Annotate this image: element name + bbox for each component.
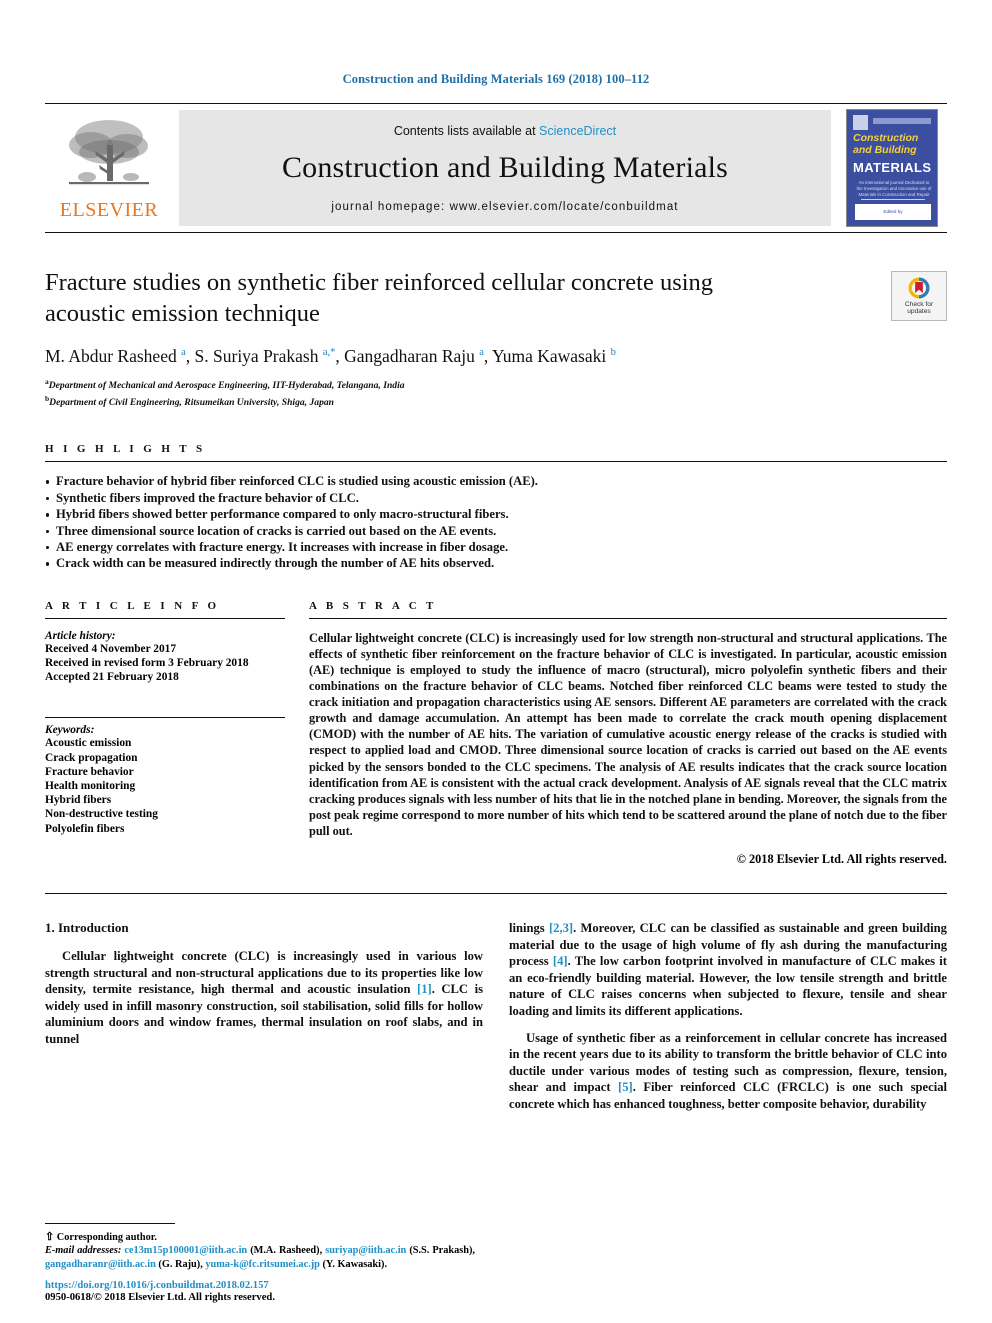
intro-paragraph-right-2: Usage of synthetic fiber as a reinforcem…	[509, 1030, 948, 1111]
cover-top-bar	[873, 118, 931, 124]
cover-footer: Edited by	[855, 204, 931, 220]
cover-line1: Construction	[853, 132, 919, 144]
list-item: Hybrid fibers showed better performance …	[45, 506, 947, 522]
keywords-label: Keywords:	[45, 724, 95, 737]
journal-homepage[interactable]: journal homepage: www.elsevier.com/locat…	[331, 201, 678, 213]
running-head: Construction and Building Materials 169 …	[342, 72, 650, 86]
affiliation-text-b: Department of Civil Engineering, Ritsume…	[49, 396, 334, 408]
contents-prefix: Contents lists available at	[393, 123, 540, 138]
body-separator-rule	[45, 893, 947, 895]
title-block: Fracture studies on synthetic fiber rein…	[45, 267, 947, 409]
section-heading-introduction: 1. Introduction	[45, 920, 129, 936]
keywords-block: Keywords: Acoustic emission Crack propag…	[45, 724, 285, 835]
crossmark-line1: Check for	[904, 300, 934, 308]
list-item: Three dimensional source location of cra…	[45, 523, 947, 539]
abstract-copyright: © 2018 Elsevier Ltd. All rights reserved…	[736, 852, 947, 867]
keyword-item: Health monitoring	[45, 780, 136, 793]
abstract-heading: A B S T R A C T	[309, 599, 437, 612]
journal-cover-cell: Construction and Building MATERIALS An i…	[837, 109, 947, 227]
cover-rule	[861, 199, 925, 200]
paper-page: Construction and Building Materials 169 …	[0, 0, 992, 1323]
highlights-rule	[45, 461, 947, 463]
elsevier-wordmark: ELSEVIER	[59, 198, 159, 221]
footnote-rule	[45, 1222, 175, 1224]
abstract-column: A B S T R A C T Cellular lightweight con…	[309, 600, 947, 867]
history-revised: Received in revised form 3 February 2018	[45, 657, 249, 670]
journal-banner: ELSEVIER Contents lists available at Sci…	[45, 103, 947, 233]
doi-link[interactable]: https://doi.org/10.1016/j.conbuildmat.20…	[45, 1280, 475, 1291]
keyword-item: Polyolefin fibers	[45, 822, 125, 835]
keywords-rule	[45, 717, 285, 719]
doi-block: https://doi.org/10.1016/j.conbuildmat.20…	[45, 1280, 475, 1303]
list-item: Fracture behavior of hybrid fiber reinfo…	[45, 473, 947, 489]
cover-logo-square	[853, 115, 868, 130]
crossmark-icon	[908, 277, 930, 299]
article-history-label: Article history:	[45, 629, 116, 642]
keyword-item: Hybrid fibers	[45, 794, 112, 807]
sciencedirect-link[interactable]: ScienceDirect	[539, 124, 616, 138]
keyword-item: Acoustic emission	[45, 737, 132, 750]
elsevier-logo: ELSEVIER	[45, 104, 173, 232]
elsevier-tree-icon	[69, 119, 149, 184]
issn-copyright-line: 0950-0618/© 2018 Elsevier Ltd. All right…	[45, 1292, 275, 1303]
cover-subtitle: An international journal Dedicated to th…	[856, 180, 932, 197]
journal-cover-image: Construction and Building MATERIALS An i…	[846, 109, 938, 227]
abstract-rule	[309, 617, 947, 619]
affiliation-list: aDepartment of Mechanical and Aerospace …	[45, 376, 947, 409]
keyword-item: Fracture behavior	[45, 765, 134, 778]
corresponding-author-note: ⇧ Corresponding author.	[45, 1230, 157, 1243]
cover-line2: and Building	[853, 144, 917, 156]
info-abstract-section: A R T I C L E I N F O Article history: R…	[45, 600, 947, 867]
journal-title: Construction and Building Materials	[281, 150, 729, 184]
affiliation-a: aDepartment of Mechanical and Aerospace …	[45, 376, 947, 393]
footnote-block: ⇧ Corresponding author. E-mail addresses…	[45, 1222, 476, 1271]
contents-line: Contents lists available at ScienceDirec…	[394, 124, 616, 138]
article-info-column: A R T I C L E I N F O Article history: R…	[45, 600, 309, 867]
highlights-list: Fracture behavior of hybrid fiber reinfo…	[45, 473, 947, 571]
affiliation-b: bDepartment of Civil Engineering, Ritsum…	[45, 393, 947, 410]
article-info-heading: A R T I C L E I N F O	[45, 599, 220, 612]
cover-title-line1: Construction and Building	[853, 132, 935, 156]
intro-paragraph-right-1: linings [2,3]. Moreover, CLC can be clas…	[509, 921, 947, 1018]
email-addresses-note: E-mail addresses: ce13m15p100001@iith.ac…	[45, 1245, 476, 1270]
list-item: Crack width can be measured indirectly t…	[45, 555, 947, 571]
cover-line3: MATERIALS	[853, 160, 932, 175]
list-item: Synthetic fibers improved the fracture b…	[45, 490, 947, 506]
affiliation-text-a: Department of Mechanical and Aerospace E…	[48, 380, 405, 392]
article-history-block: Article history: Received 4 November 201…	[45, 630, 285, 685]
page-title: Fracture studies on synthetic fiber rein…	[45, 269, 714, 327]
banner-center: Contents lists available at ScienceDirec…	[179, 110, 831, 226]
crossmark-line2: updates	[907, 308, 931, 315]
body-column-left: 1. Introduction Cellular lightweight con…	[45, 920, 483, 1123]
abstract-text: Cellular lightweight concrete (CLC) is i…	[309, 630, 947, 838]
keyword-item: Crack propagation	[45, 751, 138, 764]
crossmark-badge[interactable]: Check for updates	[891, 271, 947, 321]
highlights-heading: H I G H L I G H T S	[45, 443, 206, 456]
crossmark-label: Check for updates	[905, 301, 933, 316]
highlights-section: H I G H L I G H T S Fracture behavior of…	[45, 443, 947, 571]
history-accepted: Accepted 21 February 2018	[45, 671, 179, 684]
history-received: Received 4 November 2017	[45, 642, 177, 655]
body-column-right: linings [2,3]. Moreover, CLC can be clas…	[509, 920, 947, 1123]
author-list: M. Abdur Rasheed a, S. Suriya Prakash a,…	[45, 346, 616, 366]
body-columns: 1. Introduction Cellular lightweight con…	[45, 920, 947, 1123]
article-info-rule	[45, 617, 285, 619]
keyword-item: Non-destructive testing	[45, 808, 158, 821]
intro-paragraph-left-1: Cellular lightweight concrete (CLC) is i…	[45, 949, 483, 1046]
list-item: AE energy correlates with fracture energ…	[45, 539, 947, 555]
